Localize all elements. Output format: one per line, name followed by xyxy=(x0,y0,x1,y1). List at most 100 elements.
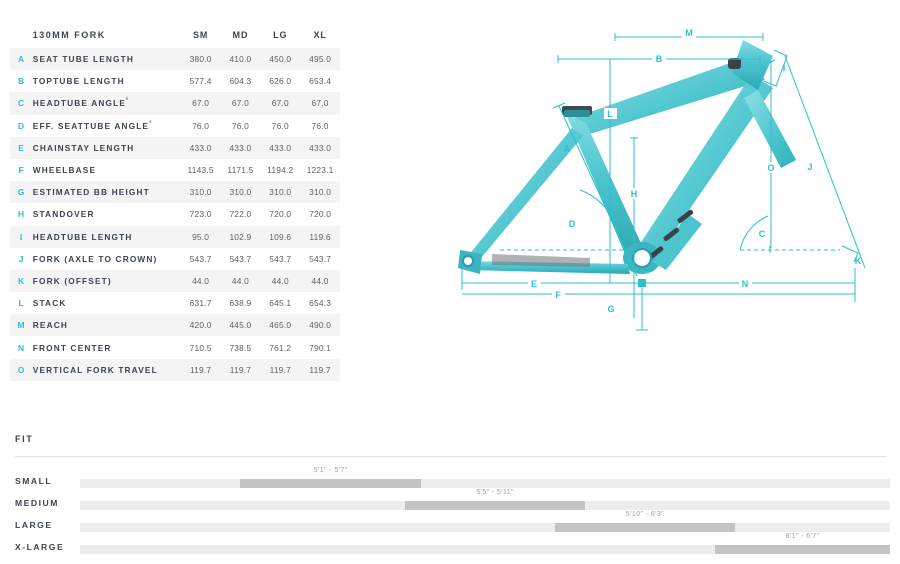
table-cell: 119.7 xyxy=(269,364,291,375)
table-cell: 433.0 xyxy=(269,142,292,153)
fit-range-bar xyxy=(404,501,586,510)
fit-range-bar xyxy=(715,545,890,554)
table-cell: 380.0 xyxy=(189,54,212,65)
degree-symbol: ° xyxy=(149,120,152,127)
table-cell: 76.0 xyxy=(231,120,249,131)
row-label: ESTIMATED BB HEIGHT xyxy=(33,187,181,197)
bike-frame-artwork xyxy=(458,40,796,274)
row-label-text: HEADTUBE LENGTH xyxy=(32,231,133,242)
row-label-text: SEAT TUBE LENGTH xyxy=(32,54,134,65)
row-letter: E xyxy=(18,142,25,153)
table-cell: 433.0 xyxy=(229,142,252,153)
size-header-sm: SM xyxy=(192,30,209,40)
row-label: CHAINSTAY LENGTH xyxy=(33,143,181,153)
row-label: STACK xyxy=(33,298,181,308)
row-label: FRONT CENTER xyxy=(33,343,181,353)
row-label-text: REACH xyxy=(32,320,69,331)
row-label: WHEELBASE xyxy=(33,165,181,175)
table-cell: 495.0 xyxy=(309,54,332,65)
table-cell: 76.0 xyxy=(271,120,289,131)
fit-divider xyxy=(15,456,887,457)
fit-row: X-LARGE 6'1" - 6'7" xyxy=(0,533,900,558)
row-label: EFF. SEATTUBE ANGLE° xyxy=(33,121,181,131)
svg-text:O: O xyxy=(767,163,774,173)
table-header-row: 130MM FORK SM MD LG XL xyxy=(10,22,340,48)
table-cell: 790.1 xyxy=(309,342,332,353)
row-letter: J xyxy=(18,253,25,264)
table-cell: 490.0 xyxy=(309,320,332,331)
row-label: HEADTUBE LENGTH xyxy=(33,232,181,242)
table-row: D EFF. SEATTUBE ANGLE° 76.0 76.0 76.0 76.0 xyxy=(10,115,340,137)
row-letter: A xyxy=(18,54,25,65)
row-letter: D xyxy=(18,120,25,131)
row-letter: I xyxy=(19,231,23,242)
table-cell: 1223.1 xyxy=(306,165,334,176)
row-label: HEADTUBE ANGLE° xyxy=(33,98,181,108)
table-cell: 1143.5 xyxy=(187,165,214,176)
table-row: C HEADTUBE ANGLE° 67.0 67.0 67.0 67.0 xyxy=(10,92,340,115)
row-label: VERTICAL FORK TRAVEL xyxy=(33,365,181,375)
callout-D: D xyxy=(569,219,576,229)
row-label: FORK (AXLE TO CROWN) xyxy=(33,254,181,264)
callout-I: I xyxy=(783,63,786,73)
table-cell: 710.5 xyxy=(189,342,212,353)
table-title: 130MM FORK xyxy=(32,30,106,40)
row-label-text: CHAINSTAY LENGTH xyxy=(32,142,135,153)
fit-track: 5'1" - 5'7" xyxy=(80,467,890,488)
row-letter: F xyxy=(18,165,25,176)
fit-size-label: MEDIUM xyxy=(15,498,59,508)
table-cell: 420.0 xyxy=(189,320,212,331)
fit-range-label: 5'1" - 5'7" xyxy=(313,467,348,474)
table-cell: 1171.5 xyxy=(227,165,254,176)
fit-track: 5'10" - 6'3" xyxy=(80,511,890,532)
table-row: L STACK 631.7 638.9 645.1 654.3 xyxy=(10,292,340,314)
callout-A: A xyxy=(564,144,571,154)
row-label-text: FORK (AXLE TO CROWN) xyxy=(32,253,158,264)
table-row: N FRONT CENTER 710.5 738.5 761.2 790.1 xyxy=(10,336,340,358)
row-label-text: STANDOVER xyxy=(32,209,95,220)
table-row: O VERTICAL FORK TRAVEL 119.7 119.7 119.7 119.… xyxy=(10,358,340,381)
table-cell: 577.4 xyxy=(189,76,212,87)
row-label-text: HEADTUBE ANGLE xyxy=(32,98,126,109)
table-row: B TOPTUBE LENGTH 577.4 604.3 626.0 653.4 xyxy=(10,70,340,92)
table-cell: 67.0 xyxy=(271,98,289,109)
table-cell: 433.0 xyxy=(189,142,212,153)
row-label: STANDOVER xyxy=(33,209,181,219)
table-row: M REACH 420.0 445.0 465.0 490.0 xyxy=(10,314,340,337)
table-cell: 654.3 xyxy=(309,298,332,309)
row-letter: N xyxy=(18,342,25,353)
table-cell: 119.7 xyxy=(309,364,331,375)
fit-size-label: SMALL xyxy=(15,476,53,486)
row-label: TOPTUBE LENGTH xyxy=(33,76,181,86)
table-cell: 465.0 xyxy=(269,320,292,331)
table-cell: 119.7 xyxy=(189,364,212,375)
table-row: J FORK (AXLE TO CROWN) 543.7 543.7 543.7 543.… xyxy=(10,248,340,270)
table-cell: 604.3 xyxy=(229,76,252,87)
row-label-text: FORK (OFFSET) xyxy=(32,275,112,286)
fit-range-label: 6'1" - 6'7" xyxy=(785,533,820,540)
svg-text:H: H xyxy=(631,189,638,199)
callout-C: C xyxy=(759,229,766,239)
table-row: A SEAT TUBE LENGTH 380.0 410.0 450.0 495.0 xyxy=(10,48,340,71)
table-cell: 44.0 xyxy=(311,275,329,286)
row-letter: M xyxy=(17,320,26,331)
row-label-text: VERTICAL FORK TRAVEL xyxy=(32,364,158,375)
fit-title: FIT xyxy=(15,434,34,444)
size-header-md: MD xyxy=(232,30,249,40)
callout-J: J xyxy=(807,162,812,172)
row-label-text: FRONT CENTER xyxy=(32,342,112,353)
table-cell: 310.0 xyxy=(269,187,292,198)
row-label-text: WHEELBASE xyxy=(32,165,97,176)
degree-symbol: ° xyxy=(126,98,129,105)
fit-row: MEDIUM 5'5" - 5'11" xyxy=(0,489,900,514)
table-row: I HEADTUBE LENGTH 95.0 102.9 109.6 119.6 xyxy=(10,225,340,248)
table-row: K FORK (OFFSET) 44.0 44.0 44.0 44.0 xyxy=(10,269,340,293)
fit-range-bar xyxy=(554,523,736,532)
fit-row: LARGE 5'10" - 6'3" xyxy=(0,511,900,536)
row-letter: H xyxy=(18,209,25,220)
row-letter: L xyxy=(18,298,25,309)
row-label: REACH xyxy=(33,320,181,330)
table-cell: 67.0 xyxy=(231,98,249,109)
table-cell: 76.0 xyxy=(192,120,210,131)
table-cell: 67.0 xyxy=(192,98,210,109)
